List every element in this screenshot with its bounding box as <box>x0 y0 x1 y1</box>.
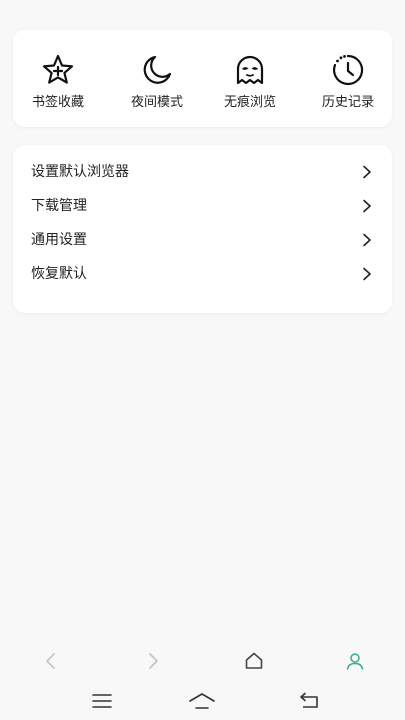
chevron-right-icon <box>363 199 371 213</box>
forward-arrow-icon[interactable] <box>142 650 164 672</box>
bookmarks-label: 书签收藏 <box>31 95 84 110</box>
setting-row-downloads[interactable]: 下载管理 <box>13 189 392 223</box>
history-clock-icon <box>330 52 366 88</box>
browser-bottom-bar <box>0 640 405 682</box>
home-icon[interactable] <box>243 650 265 672</box>
back-arrow-icon[interactable] <box>40 650 62 672</box>
bookmarks-action[interactable]: 书签收藏 <box>13 30 103 127</box>
profile-icon[interactable] <box>344 650 366 672</box>
bookmark-star-icon <box>40 52 76 88</box>
system-back-icon[interactable] <box>296 690 324 712</box>
chevron-right-icon <box>363 233 371 247</box>
chevron-right-icon <box>363 267 371 281</box>
history-label: 历史记录 <box>321 95 374 110</box>
incognito-label: 无痕浏览 <box>223 95 276 110</box>
system-nav-bar <box>0 682 405 720</box>
history-action[interactable]: 历史记录 <box>303 30 393 127</box>
quick-actions-card: 书签收藏 夜间模式 无痕浏览 历史记录 <box>13 30 392 127</box>
night-mode-label: 夜间模式 <box>130 95 183 110</box>
setting-row-restore-default[interactable]: 恢复默认 <box>13 257 392 291</box>
night-mode-action[interactable]: 夜间模式 <box>112 30 202 127</box>
setting-label: 恢复默认 <box>31 266 87 282</box>
setting-label: 设置默认浏览器 <box>31 164 129 180</box>
setting-label: 下载管理 <box>31 198 87 214</box>
settings-card: 设置默认浏览器 下载管理 通用设置 恢复默认 <box>13 145 392 313</box>
setting-row-general[interactable]: 通用设置 <box>13 223 392 257</box>
setting-label: 通用设置 <box>31 232 87 248</box>
incognito-action[interactable]: 无痕浏览 <box>205 30 295 127</box>
chevron-right-icon <box>363 165 371 179</box>
ghost-icon <box>232 52 268 88</box>
moon-icon <box>139 52 175 88</box>
menu-icon[interactable] <box>88 690 116 712</box>
system-home-icon[interactable] <box>188 690 216 712</box>
setting-row-default-browser[interactable]: 设置默认浏览器 <box>13 155 392 189</box>
